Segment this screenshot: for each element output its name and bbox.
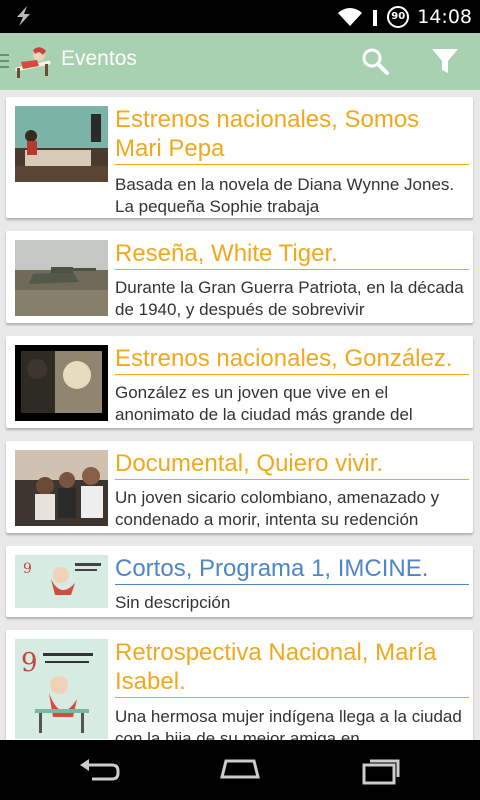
battery-level: 90 xyxy=(391,11,406,22)
status-icons: 90 14:08 xyxy=(337,0,472,33)
app-logo[interactable] xyxy=(13,42,53,80)
event-description: Durante la Gran Guerra Patriota, en la d… xyxy=(115,278,464,319)
recents-icon[interactable] xyxy=(358,755,402,785)
event-thumbnail xyxy=(15,345,108,421)
filter-icon[interactable] xyxy=(430,46,460,76)
wifi-icon xyxy=(338,7,363,26)
event-card[interactable]: 9 Cortos, Programa 1, IMCINE. Sin descri… xyxy=(6,546,473,617)
event-card[interactable]: Reseña, White Tiger. Durante la Gran Gue… xyxy=(6,231,473,323)
event-card[interactable]: Estrenos nacionales, González. González … xyxy=(6,336,473,428)
status-bar: 90 14:08 xyxy=(0,0,480,33)
home-icon[interactable] xyxy=(218,755,262,785)
event-card[interactable]: Documental, Quiero vivir. Un joven sicar… xyxy=(6,441,473,533)
lightning-icon xyxy=(17,6,30,26)
drawer-indicator-icon[interactable] xyxy=(0,53,10,69)
events-list[interactable]: Estrenos nacionales, Somos Mari Pepa Bas… xyxy=(0,90,480,740)
back-icon[interactable] xyxy=(78,755,122,785)
svg-text:9: 9 xyxy=(21,648,38,678)
action-bar: Eventos xyxy=(0,33,480,90)
event-card[interactable]: Estrenos nacionales, Somos Mari Pepa Bas… xyxy=(6,97,473,218)
event-title: Retrospectiva Nacional, María Isabel. xyxy=(115,638,469,698)
event-description: Un joven sicario colombiano, amenazado y… xyxy=(115,488,440,529)
event-title: Cortos, Programa 1, IMCINE. xyxy=(115,554,469,585)
event-description: Una hermosa mujer indígena llega a la ci… xyxy=(115,707,462,740)
event-title: Estrenos nacionales, González. xyxy=(115,344,469,375)
event-thumbnail xyxy=(15,106,108,182)
event-title: Estrenos nacionales, Somos Mari Pepa xyxy=(115,105,469,165)
event-title: Documental, Quiero vivir. xyxy=(115,449,469,480)
clock: 14:08 xyxy=(417,5,472,28)
event-thumbnail: 9 xyxy=(15,639,108,739)
event-title: Reseña, White Tiger. xyxy=(115,239,469,270)
event-description: Sin descripción xyxy=(115,593,231,612)
navigation-bar xyxy=(0,740,480,800)
event-thumbnail: 9 xyxy=(15,555,108,608)
battery-icon: 90 xyxy=(387,5,410,28)
event-thumbnail xyxy=(15,450,108,526)
search-icon[interactable] xyxy=(360,46,390,76)
event-thumbnail xyxy=(15,240,108,316)
event-description: González es un joven que vive en el anon… xyxy=(115,383,413,424)
signal-icon xyxy=(373,9,378,26)
event-description: Basada en la novela de Diana Wynne Jones… xyxy=(115,175,455,216)
event-card[interactable]: 9 Retrospectiva Nacional, María Isabel. … xyxy=(6,630,473,740)
page-title: Eventos xyxy=(61,47,137,70)
svg-text:9: 9 xyxy=(23,561,32,577)
